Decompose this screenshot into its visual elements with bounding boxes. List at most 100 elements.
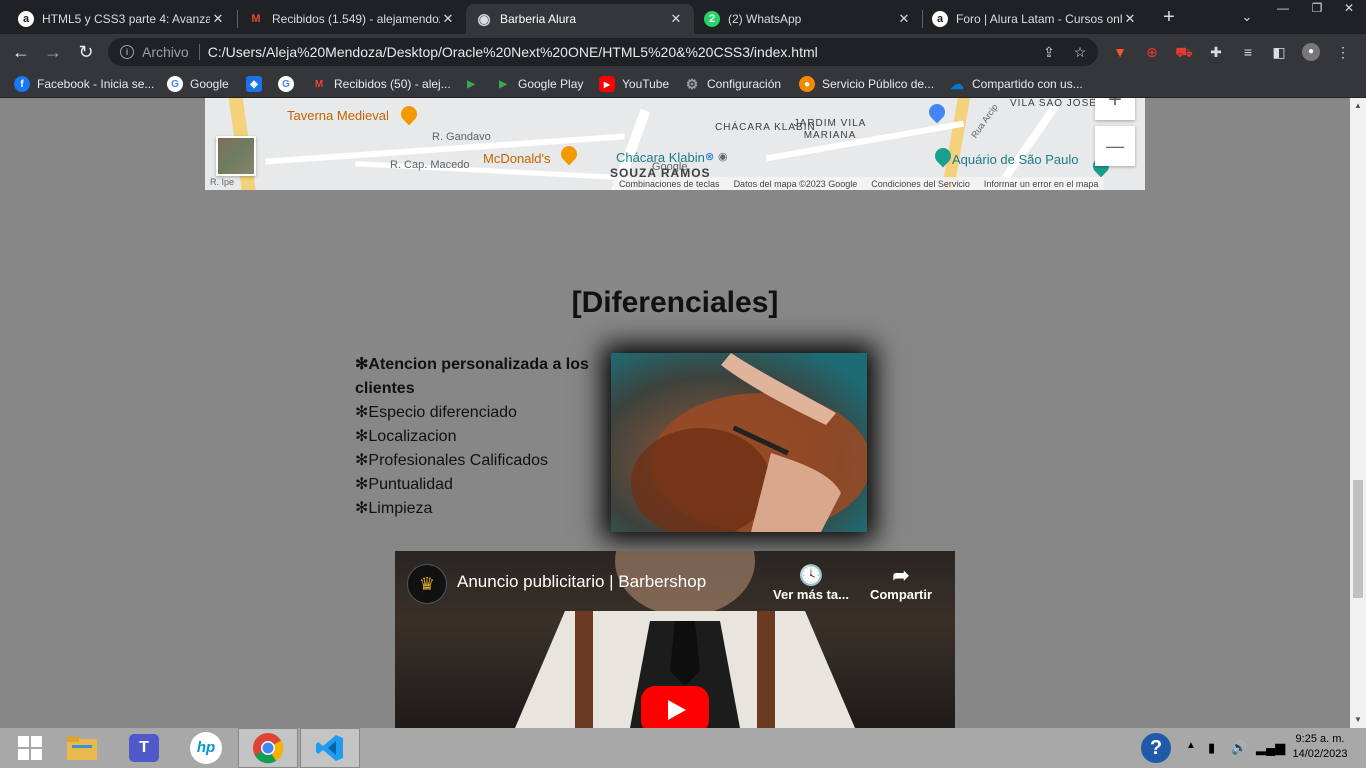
bookmark-label: Recibidos (50) - alej... [334, 77, 451, 91]
google-play-icon: ▶ [499, 78, 507, 90]
map-terms-link[interactable]: Condiciones del Servicio [871, 179, 970, 189]
map-label-street: Rua Arcip [969, 102, 1000, 140]
chevron-up-icon[interactable]: ▲ [1186, 740, 1196, 751]
start-button[interactable] [0, 728, 60, 768]
bookmark-facebook[interactable]: f Facebook - Inicia se... [14, 75, 154, 93]
barber-photo [611, 353, 867, 532]
map-road [999, 104, 1059, 184]
map-label-taverna[interactable]: Taverna Medieval [287, 108, 389, 123]
cart-extension-icon[interactable]: ⛟ [1175, 43, 1193, 61]
volume-icon[interactable]: 🔊 [1231, 740, 1247, 756]
address-bar[interactable]: i Archivo C:/Users/Aleja%20Mendoza/Deskt… [108, 38, 1098, 66]
address-url[interactable]: C:/Users/Aleja%20Mendoza/Desktop/Oracle%… [208, 44, 818, 60]
tab-gmail[interactable]: M Recibidos (1.549) - alejamendoz ✕ [238, 4, 466, 34]
close-icon[interactable]: ✕ [668, 11, 684, 27]
train-icon: ◉ [718, 151, 728, 163]
facebook-icon: f [14, 76, 30, 92]
channel-logo[interactable]: ♛ [407, 564, 447, 604]
browser-toolbar: ← → ↻ i Archivo C:/Users/Aleja%20Mendoza… [0, 34, 1366, 70]
reload-icon[interactable]: ↻ [75, 41, 97, 63]
features-list: ✻Atencion personalizada a los clientes ✻… [355, 353, 605, 521]
lock-extension-icon[interactable]: ⊕ [1143, 43, 1161, 61]
share-button[interactable]: ➦ Compartir [863, 563, 939, 602]
map-pin-icon[interactable] [925, 100, 949, 124]
forward-arrow-icon[interactable]: → [42, 41, 64, 63]
bookmark-google-play[interactable]: ▶ Google Play [495, 75, 583, 93]
hp-button[interactable]: hp [176, 728, 236, 768]
map-zoom-in-button[interactable]: + [1095, 98, 1135, 120]
avatar[interactable]: ● [1302, 43, 1320, 61]
vscode-button[interactable] [300, 728, 360, 768]
section-title: [Diferenciales] [571, 286, 779, 319]
google-play-icon: ▶ [467, 78, 475, 90]
help-icon[interactable]: ? [1141, 733, 1171, 763]
teams-button[interactable]: T [114, 728, 174, 768]
bookmark-youtube[interactable]: ▶ YouTube [599, 75, 669, 93]
address-divider [198, 44, 200, 60]
brave-shield-icon[interactable]: ▼ [1111, 43, 1129, 61]
bookmark-servicio-publico[interactable]: ● Servicio Público de... [799, 75, 934, 93]
tab-barberia-alura[interactable]: ◉ Barberia Alura ✕ [466, 4, 694, 34]
close-icon[interactable]: ✕ [896, 11, 912, 27]
bookmark-google-2[interactable]: G [278, 75, 301, 93]
site-icon: ◈ [246, 76, 262, 92]
battery-icon[interactable]: ▮ [1208, 740, 1215, 756]
watch-later-button[interactable]: 🕓 Ver más ta... [767, 563, 855, 602]
restaurant-pin-icon[interactable] [557, 142, 581, 166]
close-icon[interactable]: ✕ [440, 11, 456, 27]
bookmark-site[interactable]: ◈ [246, 75, 269, 93]
map-keyboard-shortcuts-link[interactable]: Combinaciones de teclas [619, 179, 720, 189]
youtube-embed[interactable]: ♛ Anuncio publicitario | Barbershop 🕓 Ve… [395, 551, 955, 728]
chevron-down-icon[interactable]: ⌄ [1236, 6, 1258, 28]
taskbar-clock[interactable]: 9:25 a. m. 14/02/2023 [1280, 732, 1360, 762]
page-viewport: Taverna Medieval R. Gandavo R. Cap. Mace… [0, 98, 1350, 728]
bookmark-google[interactable]: G Google [167, 75, 229, 93]
map-zoom-out-button[interactable]: — [1095, 126, 1135, 166]
share-icon[interactable]: ⇪ [1040, 43, 1058, 61]
tab-foro-alura[interactable]: a Foro | Alura Latam - Cursos onl ✕ [922, 4, 1148, 34]
list-item: ✻Profesionales Calificados [355, 452, 549, 469]
restore-icon[interactable]: ❐ [1300, 0, 1334, 18]
new-tab-button[interactable]: + [1158, 6, 1180, 28]
puzzle-icon[interactable]: ✚ [1207, 43, 1225, 61]
tab-whatsapp[interactable]: 2 (2) WhatsApp ✕ [694, 4, 922, 34]
tab-html5-css3[interactable]: a HTML5 y CSS3 parte 4: Avanzar ✕ [8, 4, 236, 34]
back-arrow-icon[interactable]: ← [10, 41, 32, 63]
play-button[interactable] [641, 686, 709, 728]
map-data-text: Datos del mapa ©2023 Google [733, 178, 858, 189]
bookmarks-bar: f Facebook - Inicia se... G Google ◈ G M… [0, 70, 1366, 98]
file-explorer-button[interactable] [52, 728, 112, 768]
map-label-mcdonalds[interactable]: McDonald's [483, 151, 551, 166]
scroll-down-icon[interactable]: ▼ [1350, 712, 1366, 728]
scroll-thumb[interactable] [1353, 480, 1363, 598]
embedded-map[interactable]: Taverna Medieval R. Gandavo R. Cap. Mace… [205, 98, 1145, 190]
bookmark-label: Servicio Público de... [822, 77, 935, 91]
info-icon[interactable]: i [120, 45, 134, 59]
bookmark-settings[interactable]: ⚙ Configuración [684, 75, 781, 93]
vertical-scrollbar[interactable]: ▲ ▼ [1350, 98, 1366, 728]
watch-later-label: Ver más ta... [773, 587, 849, 602]
bookmark-gmail[interactable]: M Recibidos (50) - alej... [311, 75, 451, 93]
bookmark-onedrive[interactable]: ☁ Compartido con us... [949, 75, 1083, 93]
kebab-menu-icon[interactable]: ⋮ [1334, 43, 1352, 61]
close-icon[interactable]: ✕ [210, 11, 226, 27]
google-icon: G [167, 76, 183, 92]
close-icon[interactable]: ✕ [1122, 11, 1138, 27]
map-label-aquario[interactable]: Aquário de São Paulo [952, 152, 1078, 167]
bookmark-play-icon-only[interactable]: ▶ [463, 75, 486, 93]
clock-time: 9:25 a. m. [1295, 733, 1345, 745]
media-control-icon[interactable]: ≡ [1239, 43, 1257, 61]
satellite-toggle-button[interactable] [216, 136, 256, 176]
tab-title: Recibidos (1.549) - alejamendoz [272, 12, 440, 26]
star-icon[interactable]: ☆ [1071, 43, 1089, 61]
restaurant-pin-icon[interactable] [397, 102, 421, 126]
minimize-icon[interactable]: — [1266, 0, 1300, 18]
chrome-button[interactable] [238, 728, 298, 768]
scroll-up-icon[interactable]: ▲ [1350, 98, 1366, 114]
address-scheme: Archivo [142, 44, 189, 60]
close-window-icon[interactable]: ✕ [1332, 0, 1366, 18]
list-item: ✻Limpieza [355, 500, 433, 517]
video-title[interactable]: Anuncio publicitario | Barbershop [457, 572, 706, 592]
side-panel-icon[interactable]: ◧ [1270, 43, 1288, 61]
map-report-error-link[interactable]: Informar un error en el mapa [984, 179, 1099, 189]
